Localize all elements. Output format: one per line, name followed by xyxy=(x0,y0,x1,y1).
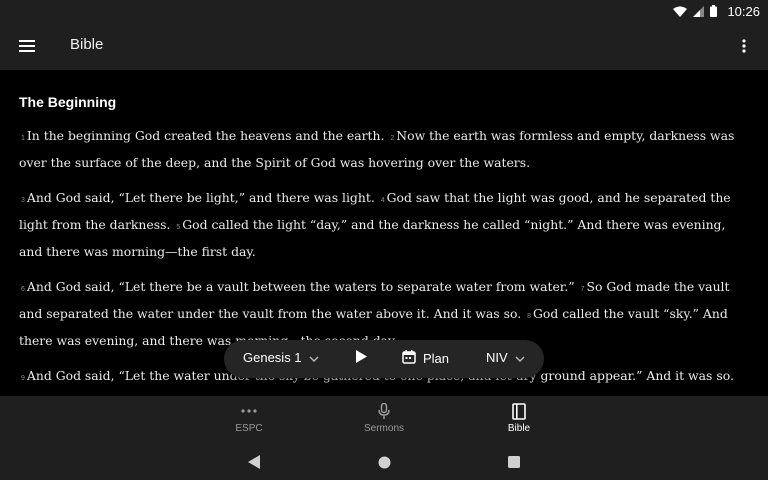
verse-number: 2 xyxy=(390,135,395,142)
home-icon[interactable] xyxy=(376,454,392,470)
microphone-icon xyxy=(378,402,390,420)
nav-label: Sermons xyxy=(363,423,404,434)
section-heading: The Beginning xyxy=(19,94,117,110)
passage-paragraph: 1 In the beginning God created the heaven… xyxy=(19,124,749,175)
chevron-down-icon xyxy=(309,350,319,365)
verse-number: 5 xyxy=(176,224,181,231)
nav-item-bible[interactable]: Bible xyxy=(479,402,559,434)
play-button[interactable] xyxy=(352,350,370,368)
plan-button[interactable]: Plan xyxy=(402,350,449,367)
more-vert-icon[interactable] xyxy=(734,34,754,58)
chevron-down-icon xyxy=(515,350,525,365)
verse-number: 8 xyxy=(527,313,531,320)
status-bar: 10:26 xyxy=(0,0,768,22)
nav-label: ESPC xyxy=(235,423,263,434)
back-icon[interactable] xyxy=(246,454,262,470)
more-horiz-icon xyxy=(241,402,257,420)
verse-text[interactable]: And God said, “Let there be light,” and … xyxy=(27,190,375,205)
version-selector[interactable]: NIV xyxy=(486,350,525,365)
recents-icon[interactable] xyxy=(506,454,522,470)
system-navigation-bar xyxy=(0,444,768,480)
chapter-label: Genesis 1 xyxy=(243,350,302,365)
verse-number: 9 xyxy=(21,375,25,382)
verse-number: 4 xyxy=(380,197,385,204)
nav-item-espc[interactable]: ESPC xyxy=(209,402,289,434)
play-icon xyxy=(355,350,367,368)
chapter-selector[interactable]: Genesis 1 xyxy=(243,350,319,365)
verse-text[interactable]: In the beginning God created the heavens… xyxy=(27,128,385,143)
verse-number: 7 xyxy=(580,286,585,293)
app-bar: Bible xyxy=(0,22,768,70)
verse-text[interactable]: And God said, “Let there be a vault betw… xyxy=(27,279,575,294)
plan-label: Plan xyxy=(423,351,450,366)
nav-label: Bible xyxy=(507,423,531,434)
wifi-icon xyxy=(673,6,688,17)
calendar-icon xyxy=(402,350,416,367)
hamburger-menu-icon[interactable] xyxy=(14,34,40,58)
version-label: NIV xyxy=(486,350,508,365)
verse-number: 3 xyxy=(21,197,25,204)
status-time: 10:26 xyxy=(727,3,760,19)
passage-paragraph: 3 And God said, “Let there be light,” and… xyxy=(19,186,749,264)
verse-number: 6 xyxy=(21,286,25,293)
bottom-navigation: ESPC Sermons Bible xyxy=(0,396,768,444)
book-icon xyxy=(512,402,526,420)
cell-signal-icon xyxy=(693,5,705,17)
battery-icon xyxy=(710,5,718,17)
audio-player-bar: Genesis 1 Plan NIV xyxy=(224,340,544,378)
verse-number: 1 xyxy=(21,135,25,142)
nav-item-sermons[interactable]: Sermons xyxy=(344,402,424,434)
page-title: Bible xyxy=(70,36,104,53)
